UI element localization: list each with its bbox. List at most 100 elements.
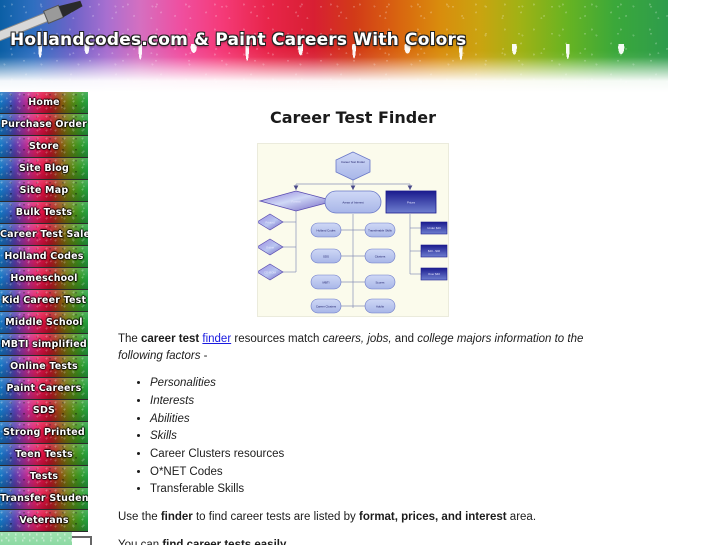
node-label: Clusters <box>375 255 386 259</box>
factor-label: Skills <box>150 430 177 443</box>
sidebar-item-label: Middle School <box>5 317 83 328</box>
sidebar-item-label: Online Tests <box>10 361 78 372</box>
factor-label: Transferable Skills <box>150 483 245 496</box>
node-label: Scores <box>376 281 386 285</box>
sidebar-item-label: Paint Careers <box>6 383 82 394</box>
node-label: $20 - $40 <box>428 249 441 253</box>
list-item: Abilities <box>150 411 588 428</box>
factor-label: Career Clusters resources <box>150 448 285 461</box>
node-label: CD-ROM <box>264 271 276 275</box>
factor-label: Abilities <box>150 412 190 425</box>
sidebar-item-store[interactable]: Store <box>0 136 88 158</box>
use-mid: to find career tests are listed by <box>192 511 359 524</box>
sidebar-item-label: Career Test Sale <box>0 229 88 240</box>
intro-paragraph: The career test finder resources match c… <box>118 331 588 364</box>
sidebar-item-paint-careers[interactable]: Paint Careers <box>0 378 88 400</box>
main-content: Career Test Finder Career Test Finder Fo… <box>118 100 588 545</box>
sidebar-item-bulk-tests[interactable]: Bulk Tests <box>0 202 88 224</box>
node-label: Over $40 <box>428 272 440 276</box>
sidebar-item-label: Transfer Students <box>0 493 88 504</box>
sidebar-item-strong-printed[interactable]: Strong Printed <box>0 422 88 444</box>
sidebar-item-home[interactable]: Home <box>0 92 88 114</box>
node-label: Format <box>291 200 300 204</box>
flowchart-node-format: Format <box>258 190 336 212</box>
sidebar-item-homeschool[interactable]: Homeschool <box>0 268 88 290</box>
flowchart-node-price-under20: Under $20 <box>420 221 448 235</box>
sidebar-item-label: Site Map <box>19 185 69 196</box>
flowchart-node-price-over40: Over $40 <box>420 267 448 281</box>
sidebar-item-holland-codes[interactable]: Holland Codes <box>0 246 88 268</box>
body-text: The career test finder resources match c… <box>118 331 588 545</box>
intro-mid-2: and <box>391 333 418 345</box>
sidebar-item-label: Teen Tests <box>15 449 73 460</box>
list-item: Personalities <box>150 375 588 392</box>
intro-mid: resources match <box>231 333 323 345</box>
list-item: Interests <box>150 393 588 410</box>
node-label: SDS <box>323 255 329 259</box>
sidebar-item-label: Bulk Tests <box>15 207 73 218</box>
sidebar-item-transfer-students[interactable]: Transfer Students <box>0 488 88 510</box>
intro-bold: career test <box>141 333 203 345</box>
sidebar-item-label: Purchase Order <box>0 119 88 130</box>
sidebar-item-label: Site Blog <box>18 163 69 174</box>
sidebar-item-mbti-simplified[interactable]: MBTI simplified <box>0 334 88 356</box>
flowchart-node-format-cdrom: CD-ROM <box>258 263 284 281</box>
factor-label: O*NET Codes <box>150 465 223 478</box>
sidebar-item-label: Strong Printed <box>3 427 85 438</box>
sidebar-item-tests[interactable]: Tests <box>0 466 88 488</box>
flowchart-node-interest-child: Clusters <box>364 248 396 264</box>
node-label: Printed <box>265 221 275 225</box>
flowchart-node-interest-child: Transferable Skills <box>364 222 396 238</box>
flowchart-svg: Career Test Finder Format Printed Online <box>258 151 448 314</box>
sidebar-item-label: Tests <box>29 471 59 482</box>
sidebar-item-online-tests[interactable]: Online Tests <box>0 356 88 378</box>
banner-title: Hollandcodes.com & Paint Careers With Co… <box>10 30 467 50</box>
flowchart-node-format-online: Online <box>258 238 284 256</box>
page-root: Hollandcodes.com & Paint Careers With Co… <box>0 0 727 545</box>
flowchart-node-interest-child: Scores <box>364 274 396 290</box>
flowchart-node-price-20-40: $20 - $40 <box>420 244 448 258</box>
easy-prefix: You can <box>118 538 163 545</box>
sidebar-item-site-blog[interactable]: Site Blog <box>0 158 88 180</box>
easy-bold: find career tests easily <box>162 538 287 545</box>
sidebar-item-label: SDS <box>32 405 56 416</box>
node-label: Prices <box>407 201 416 205</box>
node-label: Transferable Skills <box>368 229 392 233</box>
node-label: Holland Codes <box>317 229 337 233</box>
factors-list: Personalities Interests Abilities Skills… <box>118 375 588 498</box>
intro-suffix: - <box>200 349 208 362</box>
list-item: Skills <box>150 428 588 445</box>
sidebar-item-sds[interactable]: SDS <box>0 400 88 422</box>
list-item: Career Clusters resources <box>150 446 588 463</box>
sidebar-item-middle-school[interactable]: Middle School <box>0 312 88 334</box>
use-bold-finder: finder <box>160 511 193 524</box>
node-label: Under $20 <box>427 226 441 230</box>
sidebar-item-teen-tests[interactable]: Teen Tests <box>0 444 88 466</box>
sidebar-item-label: MBTI simplified <box>1 339 87 350</box>
flowchart-node-interest-child: MBTI <box>310 274 342 290</box>
sidebar-nav: Home Purchase Order Store Site Blog Site… <box>0 92 88 545</box>
sidebar-item-label: Kid Career Test <box>1 295 87 306</box>
use-bold-criteria: format, prices, and interest <box>358 511 507 524</box>
list-item: O*NET Codes <box>150 464 588 481</box>
sidebar-footer-block <box>0 532 72 545</box>
node-label: Career Clusters <box>316 305 337 309</box>
finder-link[interactable]: finder <box>202 333 231 345</box>
flowchart-node-format-printed: Printed <box>258 213 284 231</box>
sidebar-item-purchase-order[interactable]: Purchase Order <box>0 114 88 136</box>
career-test-finder-flowchart: Career Test Finder Format Printed Online <box>257 143 449 317</box>
flowchart-arrowheads <box>293 185 413 190</box>
sidebar-item-career-test-sale[interactable]: Career Test Sale <box>0 224 88 246</box>
node-label: MBTI <box>323 281 330 285</box>
node-label: Career Test Finder <box>341 160 365 164</box>
sidebar-item-kid-career-test[interactable]: Kid Career Test <box>0 290 88 312</box>
sidebar-item-site-map[interactable]: Site Map <box>0 180 88 202</box>
node-label: Adults <box>376 305 385 309</box>
use-suffix: area. <box>506 511 537 524</box>
sidebar-item-label: Store <box>28 141 60 152</box>
flowchart-node-interest-child: Adults <box>364 298 396 314</box>
sidebar-item-label: Holland Codes <box>4 251 84 262</box>
easy-suffix: . <box>286 538 290 545</box>
flowchart-node-root: Career Test Finder <box>335 151 371 181</box>
sidebar-item-veterans[interactable]: Veterans <box>0 510 88 532</box>
